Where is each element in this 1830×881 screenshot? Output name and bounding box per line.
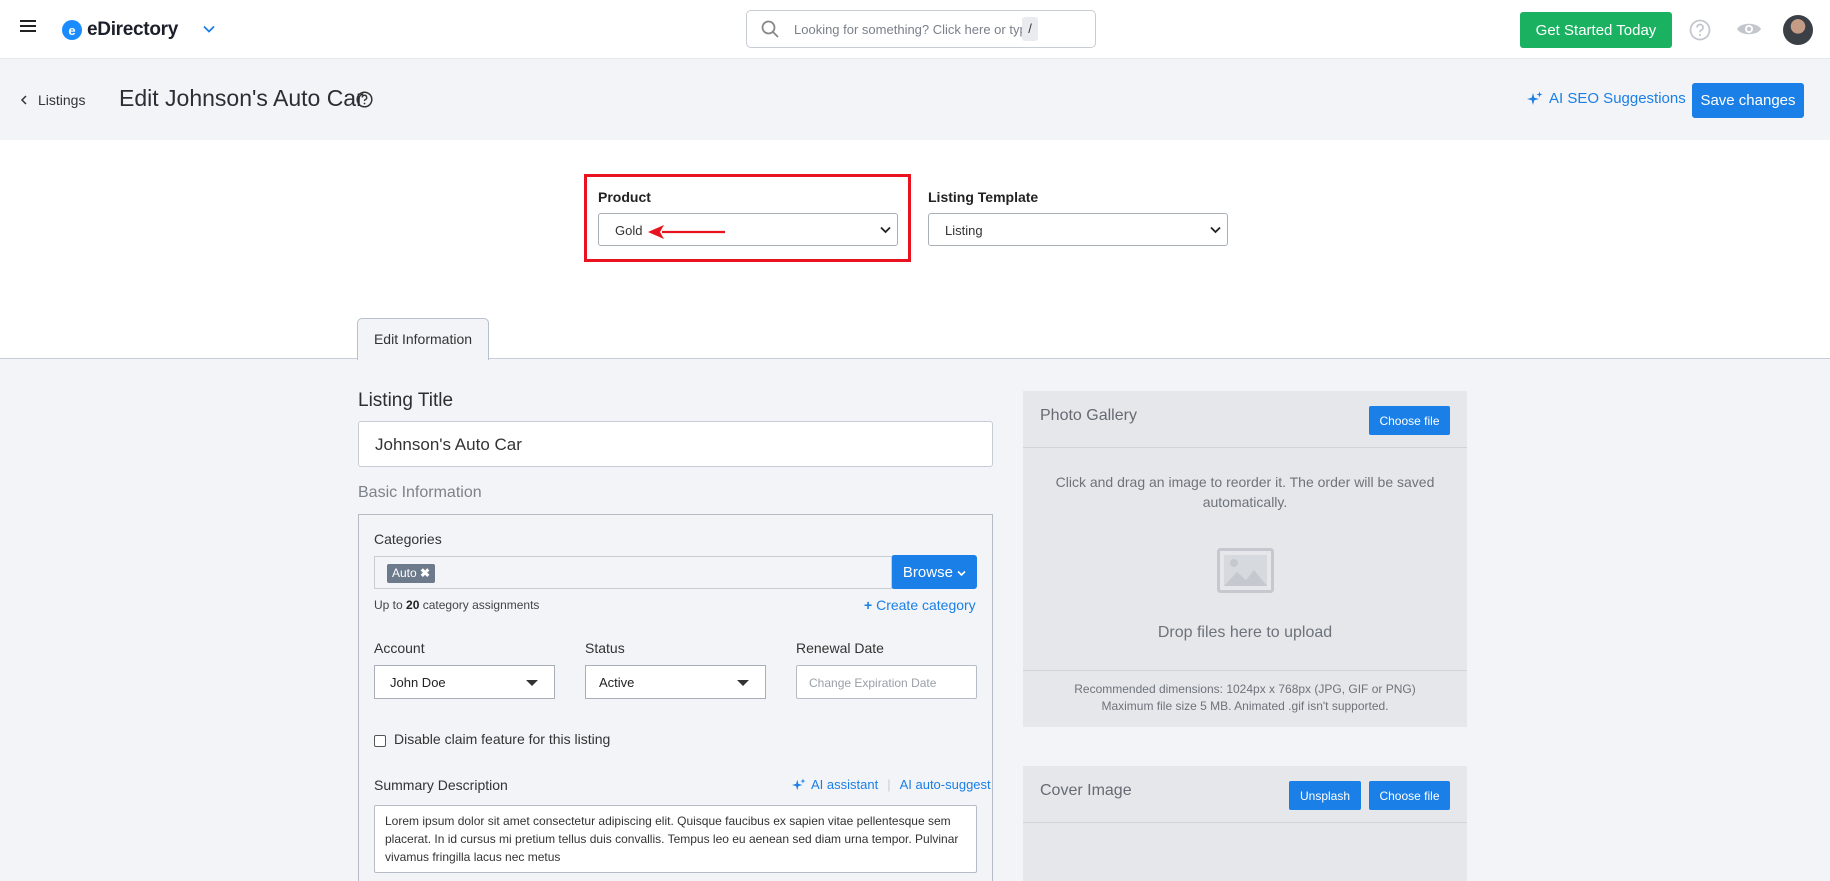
hamburger-menu-icon[interactable]: [20, 20, 36, 34]
annotation-arrow-icon: [648, 225, 725, 239]
page-title: Edit Johnson's Auto Car: [119, 85, 364, 111]
categories-input[interactable]: Auto ✖: [374, 556, 892, 589]
chevron-left-icon: [20, 95, 27, 105]
help-icon[interactable]: [1689, 19, 1711, 41]
search-box[interactable]: Looking for something? Click here or typ…: [746, 10, 1096, 48]
gallery-drop-zone-text[interactable]: Drop files here to upload: [1023, 624, 1467, 642]
top-navbar: e eDirectory Looking for something? Clic…: [0, 0, 1830, 59]
sparkle-icon: [792, 777, 806, 790]
user-avatar[interactable]: [1783, 15, 1813, 45]
photo-gallery-panel: Photo Gallery Choose file Click and drag…: [1023, 391, 1467, 727]
renewal-date-label: Renewal Date: [796, 640, 884, 656]
categories-label: Categories: [374, 531, 442, 547]
sparkle-icon: [1527, 91, 1543, 105]
cover-image-title: Cover Image: [1040, 782, 1132, 799]
brand-logo[interactable]: e eDirectory: [62, 19, 178, 41]
account-select[interactable]: John Doe: [374, 665, 555, 699]
gallery-requirements: Recommended dimensions: 1024px x 768px (…: [1023, 670, 1467, 727]
ai-seo-label: AI SEO Suggestions: [1549, 90, 1686, 107]
cover-image-panel: Cover Image Unsplash Choose file: [1023, 766, 1467, 881]
ai-auto-suggest-link[interactable]: AI auto-suggest: [900, 777, 991, 792]
basic-information-heading: Basic Information: [358, 484, 482, 501]
highlight-annotation-box: [584, 174, 911, 262]
hint-prefix: Up to: [374, 598, 407, 612]
listing-template-select[interactable]: Listing: [928, 213, 1228, 246]
summary-description-label: Summary Description: [374, 777, 508, 793]
brand-logo-icon: e: [62, 20, 82, 40]
search-icon: [761, 20, 779, 38]
account-label: Account: [374, 640, 425, 656]
plus-icon: +: [864, 597, 873, 613]
browse-categories-button[interactable]: Browse: [892, 555, 977, 589]
hint-count: 20: [406, 598, 420, 612]
photo-gallery-header: Photo Gallery Choose file: [1023, 391, 1467, 448]
link-separator: |: [887, 777, 891, 792]
ai-assistant-link[interactable]: AI assistant: [811, 777, 878, 792]
search-shortcut-key: /: [1022, 17, 1038, 41]
disable-claim-label: Disable claim feature for this listing: [394, 731, 611, 747]
listing-title-heading: Listing Title: [358, 390, 454, 411]
listing-title-input[interactable]: Johnson's Auto Car: [358, 421, 993, 467]
question-circle-icon[interactable]: [356, 91, 373, 108]
cover-image-header: Cover Image Unsplash Choose file: [1023, 766, 1467, 823]
status-label: Status: [585, 640, 625, 656]
gallery-choose-file-button[interactable]: Choose file: [1369, 406, 1450, 435]
create-category-link[interactable]: + Create category: [864, 597, 976, 613]
brand-name: eDirectory: [87, 19, 178, 40]
save-changes-button[interactable]: Save changes: [1692, 83, 1804, 118]
browse-button-label: Browse: [902, 563, 953, 581]
tab-edit-information[interactable]: Edit Information: [357, 318, 489, 360]
back-to-listings-link[interactable]: Listings: [20, 92, 85, 108]
create-category-label: Create category: [876, 597, 976, 613]
listing-template-value: Listing: [945, 223, 983, 238]
unsplash-button[interactable]: Unsplash: [1289, 781, 1361, 810]
caret-down-icon: [526, 680, 538, 686]
remove-chip-icon[interactable]: ✖: [420, 566, 430, 580]
account-select-value: John Doe: [390, 675, 446, 690]
get-started-button[interactable]: Get Started Today: [1520, 12, 1672, 48]
summary-description-textarea[interactable]: Lorem ipsum dolor sit amet consectetur a…: [374, 805, 977, 873]
listing-settings-band: [0, 140, 1830, 359]
chevron-down-icon: [1210, 226, 1221, 234]
chevron-down-icon[interactable]: [202, 22, 216, 36]
image-placeholder-icon: [1217, 548, 1274, 593]
gallery-recommended-dimensions: Recommended dimensions: 1024px x 768px (…: [1074, 682, 1416, 696]
category-chip-label: Auto: [392, 566, 417, 580]
hint-suffix: category assignments: [419, 598, 540, 612]
page-header: Listings Edit Johnson's Auto Car AI SEO …: [0, 59, 1830, 140]
chevron-down-icon: [957, 570, 966, 576]
photo-gallery-title: Photo Gallery: [1040, 407, 1137, 424]
category-limit-hint: Up to 20 category assignments: [374, 598, 539, 612]
status-select-value: Active: [599, 675, 635, 690]
summary-ai-links: AI assistant | AI auto-suggest: [792, 777, 991, 792]
search-placeholder: Looking for something? Click here or typ…: [794, 22, 1034, 37]
cover-choose-file-button[interactable]: Choose file: [1369, 781, 1450, 810]
back-link-label: Listings: [38, 92, 86, 108]
ai-seo-suggestions-link[interactable]: AI SEO Suggestions: [1527, 90, 1686, 107]
listing-template-label: Listing Template: [928, 189, 1039, 205]
status-select[interactable]: Active: [585, 665, 766, 699]
gallery-max-size: Maximum file size 5 MB. Animated .gif is…: [1101, 699, 1389, 713]
caret-down-icon: [737, 680, 749, 686]
disable-claim-checkbox[interactable]: [374, 735, 386, 747]
gallery-reorder-text: Click and drag an image to reorder it. T…: [1055, 474, 1435, 510]
eye-icon[interactable]: [1736, 19, 1762, 39]
renewal-date-input[interactable]: Change Expiration Date: [796, 665, 977, 699]
category-chip[interactable]: Auto ✖: [387, 564, 436, 583]
